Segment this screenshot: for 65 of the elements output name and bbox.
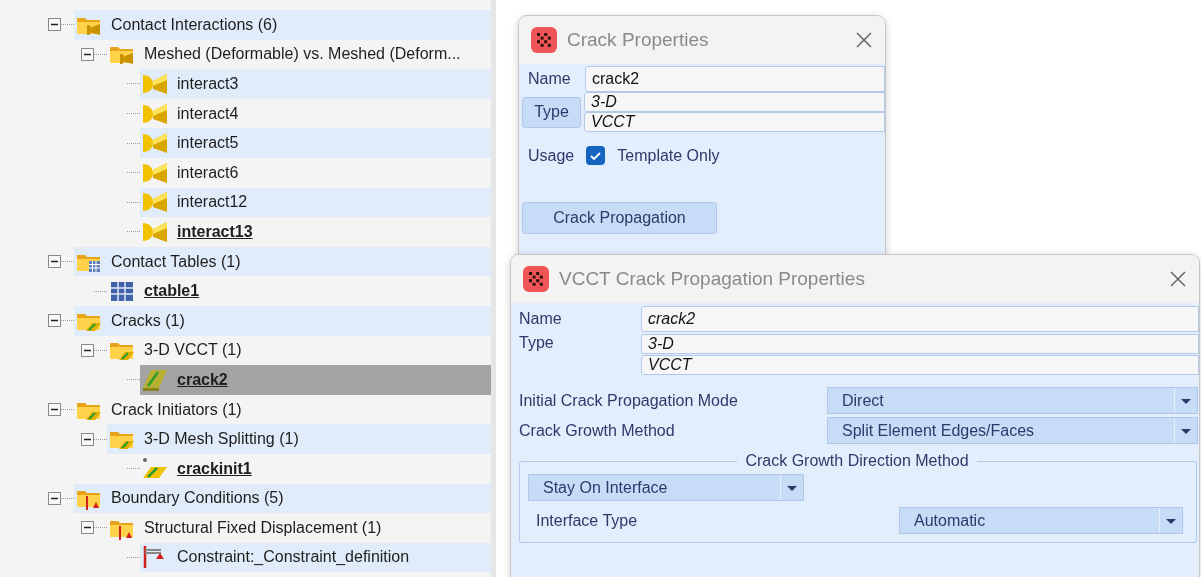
- tree-item[interactable]: Crack Initiators (1): [74, 394, 491, 425]
- tree-item[interactable]: Contact Interactions (6): [74, 10, 491, 40]
- interaction-icon: [142, 219, 168, 244]
- tree-item[interactable]: crackinit1: [140, 453, 491, 484]
- tree-item[interactable]: Meshed (Deformable) vs. Meshed (Deform...: [107, 39, 491, 70]
- collapse-icon[interactable]: [81, 432, 94, 446]
- close-icon[interactable]: [855, 31, 873, 49]
- tree-item[interactable]: crack2: [140, 365, 491, 395]
- crack-propagation-button[interactable]: Crack Propagation: [522, 202, 717, 234]
- dialog-title: VCCT Crack Propagation Properties: [559, 268, 866, 290]
- tree-item[interactable]: Structural Fixed Displacement (1): [107, 513, 491, 543]
- type-field[interactable]: VCCT: [584, 112, 885, 132]
- interaction-icon: [142, 72, 168, 96]
- collapse-icon[interactable]: [48, 403, 61, 416]
- type-field[interactable]: 3-D: [584, 92, 885, 112]
- checkbox[interactable]: [586, 146, 606, 165]
- dropdown[interactable]: Stay On Interface: [528, 474, 804, 501]
- type-field[interactable]: 3-D: [641, 334, 1199, 354]
- tree-item[interactable]: 3-D Mesh Splitting (1): [107, 424, 491, 454]
- collapse-icon[interactable]: [81, 343, 94, 357]
- tree-item[interactable]: interact3: [140, 69, 491, 99]
- field-label: Crack Growth Method: [519, 421, 676, 440]
- usage-label: Usage: [528, 146, 575, 165]
- group-title: Crack Growth Direction Method: [744, 452, 970, 470]
- collapse-icon[interactable]: [81, 47, 94, 61]
- app-icon: [531, 27, 557, 53]
- interaction-icon: [142, 101, 168, 126]
- close-icon[interactable]: [1169, 270, 1187, 288]
- tree-item[interactable]: interact13: [140, 217, 491, 247]
- checkbox-label: Template Only: [617, 146, 720, 165]
- crack-icon: [142, 367, 168, 392]
- field-label: Initial Crack Propagation Mode: [519, 391, 739, 410]
- dialog-title: Crack Properties: [567, 29, 710, 51]
- type-label: Type: [519, 334, 555, 352]
- dropdown[interactable]: Split Element Edges/Faces: [827, 417, 1198, 444]
- app-icon: [523, 266, 549, 292]
- tree-item[interactable]: interact5: [140, 128, 491, 158]
- interaction-icon: [142, 131, 168, 156]
- dropdown[interactable]: Direct: [827, 387, 1198, 414]
- dropdown[interactable]: Automatic: [899, 507, 1183, 534]
- collapse-icon[interactable]: [81, 521, 94, 535]
- table-icon: [109, 279, 135, 304]
- tree-item[interactable]: Constraint:_Constraint_definition: [140, 542, 491, 573]
- collapse-icon[interactable]: [48, 314, 61, 328]
- name-field[interactable]: crack2: [641, 306, 1199, 332]
- tree-item[interactable]: Contact Tables (1): [74, 246, 491, 277]
- crack-icon: [142, 456, 168, 481]
- tree-item[interactable]: ctable1: [107, 276, 491, 306]
- tree-item[interactable]: Boundary Conditions (5): [74, 483, 491, 514]
- field-label: Interface Type: [536, 511, 639, 530]
- interaction-icon: [142, 160, 168, 185]
- collapse-icon[interactable]: [48, 18, 61, 32]
- interaction-icon: [142, 190, 168, 215]
- collapse-icon[interactable]: [48, 255, 61, 269]
- tree-item[interactable]: interact6: [140, 157, 491, 188]
- name-label: Name: [519, 310, 563, 328]
- name-field[interactable]: crack2: [585, 66, 885, 92]
- tree-item[interactable]: 3-D VCCT (1): [107, 335, 491, 366]
- type-field[interactable]: VCCT: [641, 355, 1199, 375]
- collapse-icon[interactable]: [48, 491, 61, 505]
- name-label: Name: [528, 70, 572, 88]
- tree-item[interactable]: interact12: [140, 187, 491, 218]
- tree-item[interactable]: Cracks (1): [74, 305, 491, 336]
- tree-item[interactable]: interact4: [140, 98, 491, 129]
- type-button[interactable]: Type: [522, 96, 581, 128]
